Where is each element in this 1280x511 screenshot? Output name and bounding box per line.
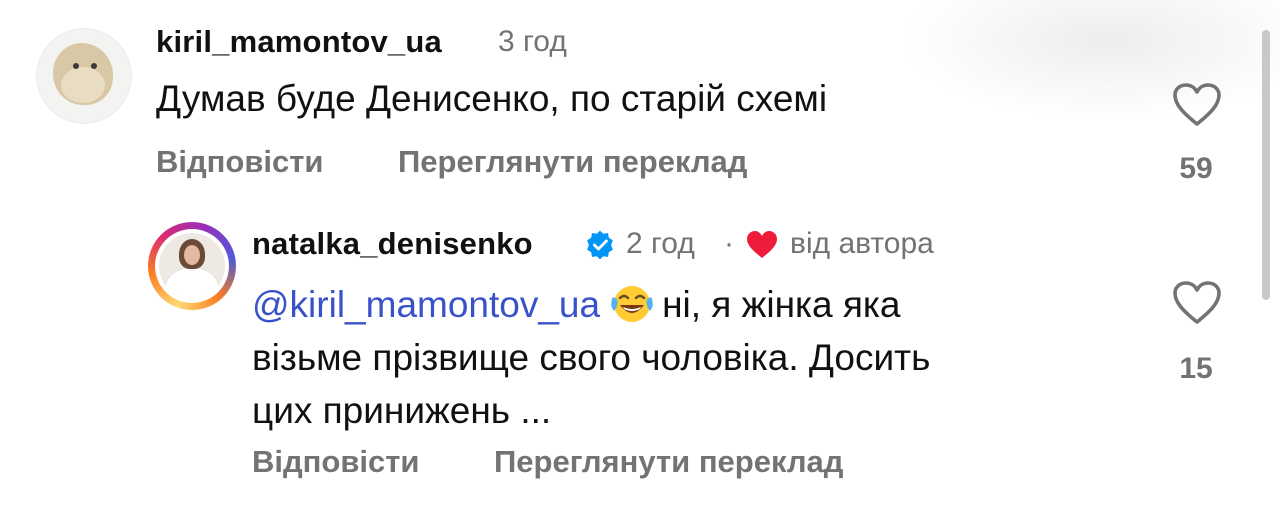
comment-username[interactable]: natalka_denisenko	[252, 226, 533, 262]
comments-screen: kiril_mamontov_ua 3 год Думав буде Денис…	[0, 0, 1280, 511]
comment-text: @kiril_mamontov_ua ні, я жінка яка візьм…	[252, 278, 1112, 437]
like-count: 15	[1179, 352, 1213, 385]
comment-text: Думав буде Денисенко, по старій схемі	[156, 78, 828, 119]
verified-badge-icon	[587, 230, 613, 260]
separator-dot: ·	[724, 227, 734, 260]
see-translation-button[interactable]: Переглянути переклад	[398, 144, 747, 180]
avatar-eye	[73, 63, 79, 69]
scrollbar[interactable]	[1262, 30, 1270, 300]
background-blur	[900, 0, 1280, 120]
avatar[interactable]	[159, 233, 225, 299]
avatar-figure-body	[61, 67, 105, 103]
face-with-tears-of-joy-icon	[611, 286, 653, 322]
comment-text-line: ні, я жінка яка	[662, 284, 901, 325]
comment-text-line: візьме прізвище свого чоловіка. Досить	[252, 337, 931, 378]
liked-by-author-label: від автора	[790, 227, 934, 260]
avatar-dress	[165, 267, 219, 299]
comment-time: 3 год	[498, 25, 567, 58]
avatar-face	[184, 245, 200, 265]
reply-button[interactable]: Відповісти	[156, 144, 324, 180]
avatar-eye	[91, 63, 97, 69]
comment-time: 2 год	[626, 227, 695, 260]
creator-heart-icon	[747, 231, 777, 258]
avatar[interactable]	[36, 28, 132, 124]
reply-button[interactable]: Відповісти	[252, 444, 420, 480]
comment-username[interactable]: kiril_mamontov_ua	[156, 24, 442, 60]
see-translation-button[interactable]: Переглянути переклад	[494, 444, 843, 480]
like-count: 59	[1179, 152, 1213, 185]
mention-link[interactable]: @kiril_mamontov_ua	[252, 284, 600, 325]
comment-text-line: цих принижень ...	[252, 390, 552, 431]
like-heart-icon[interactable]	[1172, 82, 1222, 128]
like-heart-icon[interactable]	[1172, 280, 1222, 326]
